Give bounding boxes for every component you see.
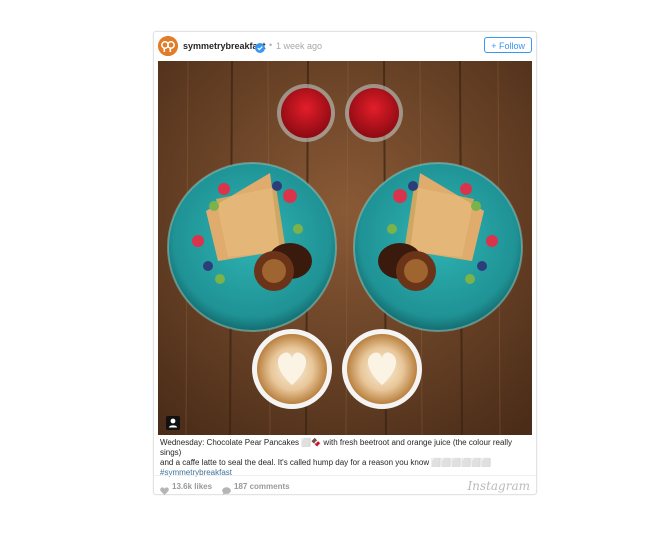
heart-icon[interactable] [160, 482, 169, 500]
instagram-embed-card: symmetrybreakfast • 1 week ago + Follow [153, 31, 537, 495]
comments-count[interactable]: 187 comments [234, 482, 290, 491]
post-photo[interactable] [158, 61, 532, 435]
post-timestamp[interactable]: 1 week ago [276, 41, 322, 51]
caption-line-2: and a caffe latte to seal the deal. It's… [160, 458, 492, 467]
post-header: symmetrybreakfast • 1 week ago + Follow [154, 32, 536, 62]
breakfast-photo-image [158, 61, 532, 435]
likes-count[interactable]: 13.6k likes [172, 482, 212, 491]
username-link[interactable]: symmetrybreakfast [183, 41, 266, 51]
user-tag-icon[interactable] [166, 416, 180, 430]
post-footer: 13.6k likes 187 comments Instagram [154, 475, 536, 495]
separator-dot: • [269, 40, 273, 50]
post-caption: Wednesday: Chocolate Pear Pancakes ⬜🍫 wi… [160, 438, 532, 478]
comment-icon[interactable] [222, 482, 231, 500]
follow-button[interactable]: + Follow [484, 37, 532, 53]
avatar[interactable] [158, 36, 178, 56]
caption-line-1: Wednesday: Chocolate Pear Pancakes ⬜🍫 wi… [160, 438, 512, 457]
verified-badge-icon [255, 40, 265, 53]
instagram-logo[interactable]: Instagram [467, 479, 530, 493]
